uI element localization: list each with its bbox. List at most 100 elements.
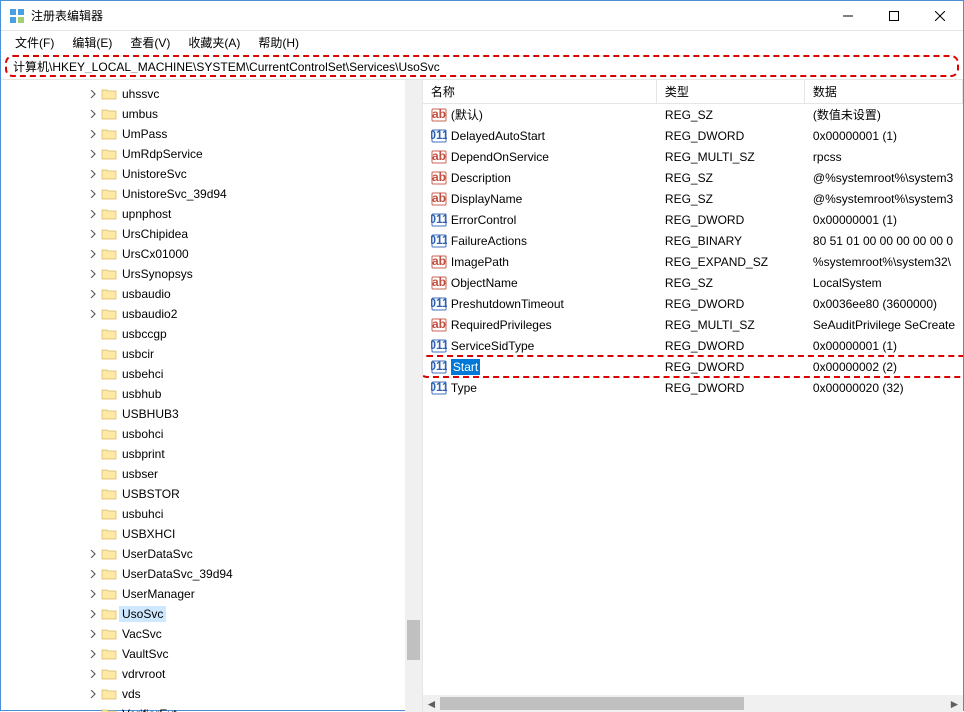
expand-icon[interactable]	[87, 608, 99, 620]
expand-icon[interactable]	[87, 408, 99, 420]
value-name: Description	[451, 171, 511, 185]
tree-item[interactable]: vdrvroot	[1, 664, 422, 684]
tree-scroll-thumb[interactable]	[407, 620, 420, 660]
column-type[interactable]: 类型	[657, 80, 805, 103]
expand-icon[interactable]	[87, 528, 99, 540]
tree-scrollbar[interactable]	[405, 80, 422, 712]
tree-item[interactable]: usbaudio	[1, 284, 422, 304]
expand-icon[interactable]	[87, 648, 99, 660]
maximize-button[interactable]	[871, 1, 917, 30]
menu-help[interactable]: 帮助(H)	[250, 32, 307, 53]
tree-item[interactable]: usbehci	[1, 364, 422, 384]
expand-icon[interactable]	[87, 428, 99, 440]
expand-icon[interactable]	[87, 468, 99, 480]
list-row[interactable]: abObjectNameREG_SZLocalSystem	[423, 272, 963, 293]
menu-edit[interactable]: 编辑(E)	[64, 32, 120, 53]
tree-item[interactable]: UrsChipidea	[1, 224, 422, 244]
list-row[interactable]: 011StartREG_DWORD0x00000002 (2)	[423, 356, 963, 377]
list-row[interactable]: abDescriptionREG_SZ@%systemroot%\system3	[423, 167, 963, 188]
list-row[interactable]: abDisplayNameREG_SZ@%systemroot%\system3	[423, 188, 963, 209]
minimize-button[interactable]	[825, 1, 871, 30]
expand-icon[interactable]	[87, 668, 99, 680]
expand-icon[interactable]	[87, 348, 99, 360]
expand-icon[interactable]	[87, 188, 99, 200]
expand-icon[interactable]	[87, 588, 99, 600]
expand-icon[interactable]	[87, 488, 99, 500]
list-scroll-thumb[interactable]	[440, 697, 744, 710]
value-name: (默认)	[451, 106, 483, 123]
list-scrollbar-horizontal[interactable]: ◄ ►	[423, 695, 963, 712]
list-row[interactable]: 011PreshutdownTimeoutREG_DWORD0x0036ee80…	[423, 293, 963, 314]
list-row[interactable]: 011ErrorControlREG_DWORD0x00000001 (1)	[423, 209, 963, 230]
tree-item[interactable]: UserDataSvc	[1, 544, 422, 564]
tree-item[interactable]: usbprint	[1, 444, 422, 464]
scroll-right-icon[interactable]: ►	[946, 695, 963, 712]
tree-item[interactable]: UserManager	[1, 584, 422, 604]
value-data: @%systemroot%\system3	[805, 192, 963, 206]
expand-icon[interactable]	[87, 168, 99, 180]
expand-icon[interactable]	[87, 128, 99, 140]
expand-icon[interactable]	[87, 508, 99, 520]
tree-item[interactable]: UrsCx01000	[1, 244, 422, 264]
tree-item[interactable]: UsoSvc	[1, 604, 422, 624]
tree-item[interactable]: vds	[1, 684, 422, 704]
list-row[interactable]: abRequiredPrivilegesREG_MULTI_SZSeAuditP…	[423, 314, 963, 335]
tree-item[interactable]: UnistoreSvc_39d94	[1, 184, 422, 204]
expand-icon[interactable]	[87, 148, 99, 160]
address-input[interactable]	[13, 59, 951, 73]
tree-item[interactable]: uhssvc	[1, 84, 422, 104]
expand-icon[interactable]	[87, 248, 99, 260]
tree-item[interactable]: usbaudio2	[1, 304, 422, 324]
expand-icon[interactable]	[87, 88, 99, 100]
tree-item[interactable]: USBXHCI	[1, 524, 422, 544]
tree-item[interactable]: usbhub	[1, 384, 422, 404]
list-row[interactable]: ab(默认)REG_SZ(数值未设置)	[423, 104, 963, 125]
list-row[interactable]: abImagePathREG_EXPAND_SZ%systemroot%\sys…	[423, 251, 963, 272]
tree-item-label: usbprint	[119, 446, 168, 462]
tree-item[interactable]: UmRdpService	[1, 144, 422, 164]
expand-icon[interactable]	[87, 628, 99, 640]
column-name[interactable]: 名称	[423, 80, 657, 103]
tree-item[interactable]: UserDataSvc_39d94	[1, 564, 422, 584]
expand-icon[interactable]	[87, 368, 99, 380]
tree-item[interactable]: USBSTOR	[1, 484, 422, 504]
expand-icon[interactable]	[87, 688, 99, 700]
expand-icon[interactable]	[87, 268, 99, 280]
list-row[interactable]: abDependOnServiceREG_MULTI_SZrpcss	[423, 146, 963, 167]
expand-icon[interactable]	[87, 548, 99, 560]
tree-item[interactable]: upnphost	[1, 204, 422, 224]
tree-item[interactable]: usbuhci	[1, 504, 422, 524]
expand-icon[interactable]	[87, 388, 99, 400]
tree-item[interactable]: usbccgp	[1, 324, 422, 344]
list-row[interactable]: 011ServiceSidTypeREG_DWORD0x00000001 (1)	[423, 335, 963, 356]
tree-item[interactable]: UnistoreSvc	[1, 164, 422, 184]
expand-icon[interactable]	[87, 328, 99, 340]
column-data[interactable]: 数据	[805, 80, 963, 103]
expand-icon[interactable]	[87, 208, 99, 220]
tree-item[interactable]: UmPass	[1, 124, 422, 144]
tree-item[interactable]: UrsSynopsys	[1, 264, 422, 284]
tree-item[interactable]: usbohci	[1, 424, 422, 444]
tree-item[interactable]: usbcir	[1, 344, 422, 364]
expand-icon[interactable]	[87, 108, 99, 120]
expand-icon[interactable]	[87, 448, 99, 460]
menu-view[interactable]: 查看(V)	[122, 32, 178, 53]
tree-item[interactable]: VacSvc	[1, 624, 422, 644]
list-row[interactable]: 011FailureActionsREG_BINARY80 51 01 00 0…	[423, 230, 963, 251]
tree-item[interactable]: umbus	[1, 104, 422, 124]
scroll-left-icon[interactable]: ◄	[423, 695, 440, 712]
value-name: Type	[451, 381, 477, 395]
list-row[interactable]: 011DelayedAutoStartREG_DWORD0x00000001 (…	[423, 125, 963, 146]
expand-icon[interactable]	[87, 308, 99, 320]
expand-icon[interactable]	[87, 288, 99, 300]
tree-item[interactable]: VaultSvc	[1, 644, 422, 664]
menu-favorites[interactable]: 收藏夹(A)	[180, 32, 248, 53]
expand-icon[interactable]	[87, 228, 99, 240]
expand-icon[interactable]	[87, 708, 99, 712]
tree-item[interactable]: usbser	[1, 464, 422, 484]
menu-file[interactable]: 文件(F)	[7, 32, 62, 53]
list-row[interactable]: 011TypeREG_DWORD0x00000020 (32)	[423, 377, 963, 398]
expand-icon[interactable]	[87, 568, 99, 580]
tree-item[interactable]: USBHUB3	[1, 404, 422, 424]
close-button[interactable]	[917, 1, 963, 30]
